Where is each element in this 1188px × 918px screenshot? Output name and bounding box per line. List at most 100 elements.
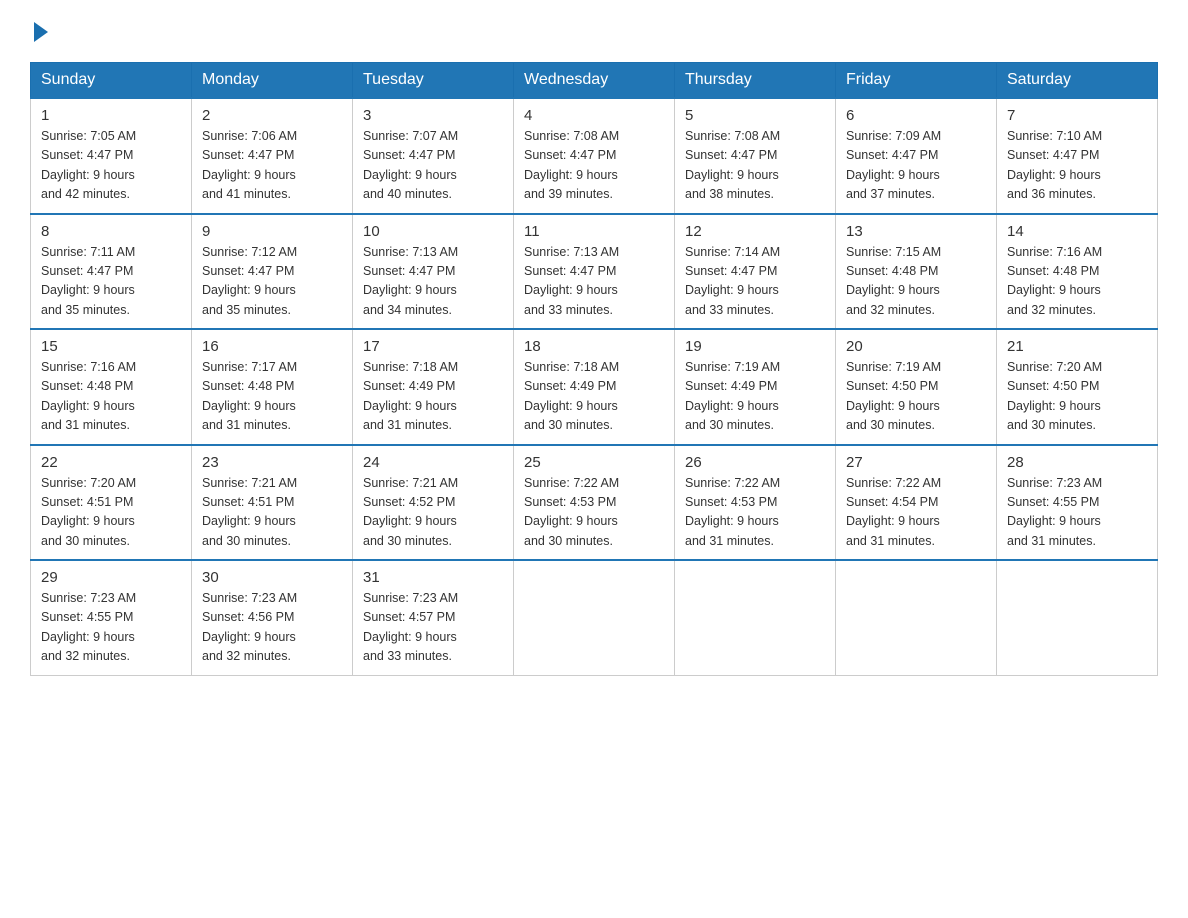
day-info: Sunrise: 7:20 AMSunset: 4:50 PMDaylight:… xyxy=(1007,358,1147,436)
calendar-day-cell: 22 Sunrise: 7:20 AMSunset: 4:51 PMDayligh… xyxy=(31,445,192,561)
day-number: 14 xyxy=(1007,223,1147,240)
day-info: Sunrise: 7:20 AMSunset: 4:51 PMDaylight:… xyxy=(41,474,181,552)
logo-arrow-icon xyxy=(34,22,48,42)
calendar-day-cell: 18 Sunrise: 7:18 AMSunset: 4:49 PMDayligh… xyxy=(514,329,675,445)
day-info: Sunrise: 7:21 AMSunset: 4:52 PMDaylight:… xyxy=(363,474,503,552)
calendar-day-cell: 12 Sunrise: 7:14 AMSunset: 4:47 PMDayligh… xyxy=(675,214,836,330)
calendar-day-cell: 31 Sunrise: 7:23 AMSunset: 4:57 PMDayligh… xyxy=(353,560,514,675)
day-number: 22 xyxy=(41,454,181,471)
day-info: Sunrise: 7:06 AMSunset: 4:47 PMDaylight:… xyxy=(202,127,342,205)
day-number: 29 xyxy=(41,569,181,586)
logo xyxy=(30,20,50,42)
day-number: 6 xyxy=(846,107,986,124)
calendar-day-cell: 17 Sunrise: 7:18 AMSunset: 4:49 PMDayligh… xyxy=(353,329,514,445)
calendar-day-cell: 10 Sunrise: 7:13 AMSunset: 4:47 PMDayligh… xyxy=(353,214,514,330)
day-number: 28 xyxy=(1007,454,1147,471)
day-of-week-header: Wednesday xyxy=(514,63,675,99)
calendar-day-cell: 4 Sunrise: 7:08 AMSunset: 4:47 PMDaylight… xyxy=(514,98,675,214)
calendar-day-cell: 25 Sunrise: 7:22 AMSunset: 4:53 PMDayligh… xyxy=(514,445,675,561)
day-number: 20 xyxy=(846,338,986,355)
day-number: 24 xyxy=(363,454,503,471)
calendar-day-cell: 16 Sunrise: 7:17 AMSunset: 4:48 PMDayligh… xyxy=(192,329,353,445)
day-number: 3 xyxy=(363,107,503,124)
day-number: 11 xyxy=(524,223,664,240)
day-info: Sunrise: 7:23 AMSunset: 4:55 PMDaylight:… xyxy=(1007,474,1147,552)
day-of-week-header: Monday xyxy=(192,63,353,99)
calendar-day-cell xyxy=(514,560,675,675)
day-number: 5 xyxy=(685,107,825,124)
calendar-day-cell: 26 Sunrise: 7:22 AMSunset: 4:53 PMDayligh… xyxy=(675,445,836,561)
day-info: Sunrise: 7:22 AMSunset: 4:54 PMDaylight:… xyxy=(846,474,986,552)
calendar-day-cell xyxy=(997,560,1158,675)
day-info: Sunrise: 7:08 AMSunset: 4:47 PMDaylight:… xyxy=(524,127,664,205)
calendar-day-cell: 29 Sunrise: 7:23 AMSunset: 4:55 PMDayligh… xyxy=(31,560,192,675)
calendar-day-cell: 28 Sunrise: 7:23 AMSunset: 4:55 PMDayligh… xyxy=(997,445,1158,561)
day-number: 10 xyxy=(363,223,503,240)
day-number: 19 xyxy=(685,338,825,355)
day-info: Sunrise: 7:15 AMSunset: 4:48 PMDaylight:… xyxy=(846,243,986,321)
day-number: 27 xyxy=(846,454,986,471)
calendar-day-cell: 27 Sunrise: 7:22 AMSunset: 4:54 PMDayligh… xyxy=(836,445,997,561)
day-of-week-header: Sunday xyxy=(31,63,192,99)
calendar-day-cell: 2Sunrise: 7:06 AMSunset: 4:47 PMDaylight… xyxy=(192,98,353,214)
day-info: Sunrise: 7:18 AMSunset: 4:49 PMDaylight:… xyxy=(524,358,664,436)
calendar-day-cell: 21 Sunrise: 7:20 AMSunset: 4:50 PMDayligh… xyxy=(997,329,1158,445)
day-info: Sunrise: 7:19 AMSunset: 4:49 PMDaylight:… xyxy=(685,358,825,436)
calendar-table: SundayMondayTuesdayWednesdayThursdayFrid… xyxy=(30,62,1158,676)
day-number: 26 xyxy=(685,454,825,471)
day-number: 7 xyxy=(1007,107,1147,124)
day-number: 18 xyxy=(524,338,664,355)
calendar-week-row: 8 Sunrise: 7:11 AMSunset: 4:47 PMDaylight… xyxy=(31,214,1158,330)
day-info: Sunrise: 7:21 AMSunset: 4:51 PMDaylight:… xyxy=(202,474,342,552)
calendar-day-cell: 7Sunrise: 7:10 AMSunset: 4:47 PMDaylight… xyxy=(997,98,1158,214)
calendar-day-cell xyxy=(675,560,836,675)
day-number: 15 xyxy=(41,338,181,355)
calendar-week-row: 29 Sunrise: 7:23 AMSunset: 4:55 PMDayligh… xyxy=(31,560,1158,675)
day-info: Sunrise: 7:23 AMSunset: 4:57 PMDaylight:… xyxy=(363,589,503,667)
day-info: Sunrise: 7:11 AMSunset: 4:47 PMDaylight:… xyxy=(41,243,181,321)
day-number: 8 xyxy=(41,223,181,240)
calendar-header-row: SundayMondayTuesdayWednesdayThursdayFrid… xyxy=(31,63,1158,99)
calendar-day-cell: 3Sunrise: 7:07 AMSunset: 4:47 PMDaylight… xyxy=(353,98,514,214)
day-number: 16 xyxy=(202,338,342,355)
day-number: 4 xyxy=(524,107,664,124)
day-number: 17 xyxy=(363,338,503,355)
calendar-day-cell: 30 Sunrise: 7:23 AMSunset: 4:56 PMDayligh… xyxy=(192,560,353,675)
calendar-day-cell: 15 Sunrise: 7:16 AMSunset: 4:48 PMDayligh… xyxy=(31,329,192,445)
day-info: Sunrise: 7:13 AMSunset: 4:47 PMDaylight:… xyxy=(363,243,503,321)
calendar-day-cell xyxy=(836,560,997,675)
calendar-day-cell: 20Sunrise: 7:19 AMSunset: 4:50 PMDayligh… xyxy=(836,329,997,445)
calendar-day-cell: 13Sunrise: 7:15 AMSunset: 4:48 PMDayligh… xyxy=(836,214,997,330)
day-number: 21 xyxy=(1007,338,1147,355)
day-info: Sunrise: 7:22 AMSunset: 4:53 PMDaylight:… xyxy=(685,474,825,552)
day-info: Sunrise: 7:09 AMSunset: 4:47 PMDaylight:… xyxy=(846,127,986,205)
day-number: 23 xyxy=(202,454,342,471)
day-info: Sunrise: 7:08 AMSunset: 4:47 PMDaylight:… xyxy=(685,127,825,205)
day-number: 25 xyxy=(524,454,664,471)
day-info: Sunrise: 7:14 AMSunset: 4:47 PMDaylight:… xyxy=(685,243,825,321)
calendar-day-cell: 11 Sunrise: 7:13 AMSunset: 4:47 PMDayligh… xyxy=(514,214,675,330)
day-info: Sunrise: 7:23 AMSunset: 4:55 PMDaylight:… xyxy=(41,589,181,667)
day-info: Sunrise: 7:23 AMSunset: 4:56 PMDaylight:… xyxy=(202,589,342,667)
day-number: 30 xyxy=(202,569,342,586)
day-number: 9 xyxy=(202,223,342,240)
day-info: Sunrise: 7:17 AMSunset: 4:48 PMDaylight:… xyxy=(202,358,342,436)
day-number: 31 xyxy=(363,569,503,586)
day-info: Sunrise: 7:12 AMSunset: 4:47 PMDaylight:… xyxy=(202,243,342,321)
day-info: Sunrise: 7:13 AMSunset: 4:47 PMDaylight:… xyxy=(524,243,664,321)
day-info: Sunrise: 7:16 AMSunset: 4:48 PMDaylight:… xyxy=(1007,243,1147,321)
day-info: Sunrise: 7:18 AMSunset: 4:49 PMDaylight:… xyxy=(363,358,503,436)
day-number: 12 xyxy=(685,223,825,240)
calendar-week-row: 1 Sunrise: 7:05 AMSunset: 4:47 PMDaylight… xyxy=(31,98,1158,214)
calendar-day-cell: 1 Sunrise: 7:05 AMSunset: 4:47 PMDaylight… xyxy=(31,98,192,214)
calendar-week-row: 22 Sunrise: 7:20 AMSunset: 4:51 PMDayligh… xyxy=(31,445,1158,561)
day-info: Sunrise: 7:16 AMSunset: 4:48 PMDaylight:… xyxy=(41,358,181,436)
calendar-day-cell: 23 Sunrise: 7:21 AMSunset: 4:51 PMDayligh… xyxy=(192,445,353,561)
calendar-week-row: 15 Sunrise: 7:16 AMSunset: 4:48 PMDayligh… xyxy=(31,329,1158,445)
day-info: Sunrise: 7:22 AMSunset: 4:53 PMDaylight:… xyxy=(524,474,664,552)
calendar-day-cell: 14 Sunrise: 7:16 AMSunset: 4:48 PMDayligh… xyxy=(997,214,1158,330)
day-number: 1 xyxy=(41,107,181,124)
day-info: Sunrise: 7:05 AMSunset: 4:47 PMDaylight:… xyxy=(41,127,181,205)
page-header xyxy=(30,20,1158,42)
day-of-week-header: Friday xyxy=(836,63,997,99)
